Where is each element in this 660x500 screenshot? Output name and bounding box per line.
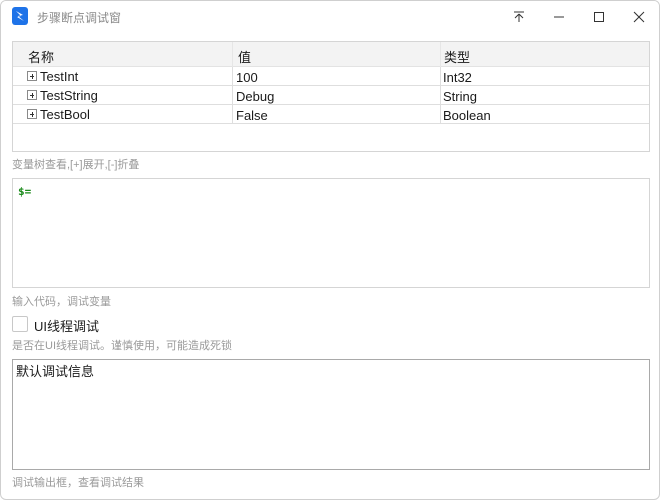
variable-tree-hint: 变量树查看,[+]展开,[-]折叠 [12,159,140,171]
code-input-hint: 输入代码，调试变量 [12,296,111,308]
maximize-button[interactable] [579,1,619,33]
cell-divider [232,67,233,86]
minimize-icon [554,16,564,18]
column-header-type[interactable]: 类型 [440,42,649,66]
ui-thread-hint: 是否在UI线程调试。谨慎使用，可能造成死锁 [12,340,232,352]
variable-value: Debug [236,89,275,104]
app-icon [12,7,28,25]
column-header-name[interactable]: 名称 [13,42,232,66]
pin-icon [514,11,524,22]
cell-divider [440,105,441,124]
debug-output-hint: 调试输出框，查看调试结果 [12,477,144,489]
expand-icon[interactable] [27,90,37,100]
code-input-text: $= [18,185,32,198]
variable-value: 100 [236,70,258,85]
column-divider[interactable] [440,42,441,67]
title-bar[interactable]: 步骤断点调试窗 [1,1,659,33]
ui-thread-checkbox-label[interactable]: UI线程调试 [34,316,99,335]
table-row[interactable]: TestInt 100 Int32 [13,67,649,86]
variable-type: String [443,89,477,104]
debug-output[interactable]: 默认调试信息 [12,359,650,470]
cell-divider [440,67,441,86]
window-title: 步骤断点调试窗 [37,11,122,25]
minimize-button[interactable] [539,1,579,33]
variable-tree-grid[interactable]: 名称 值 类型 TestInt 100 Int32 TestString Deb… [12,41,650,152]
table-row[interactable]: TestBool False Boolean [13,105,649,124]
column-label-type: 类型 [444,50,471,65]
cell-divider [440,86,441,105]
variable-name: TestString [40,88,98,103]
table-row[interactable]: TestString Debug String [13,86,649,105]
maximize-icon [594,12,604,22]
debug-output-text: 默认调试信息 [16,364,95,379]
cell-divider [232,86,233,105]
variable-value: False [236,108,268,123]
debug-window: 步骤断点调试窗 名称 值 类型 TestInt 100 Int32 TestSt… [0,0,660,500]
expand-icon[interactable] [27,71,37,81]
cell-divider [232,105,233,124]
close-icon [633,11,645,23]
close-button[interactable] [619,1,659,33]
pin-button[interactable] [499,1,539,33]
variable-type: Boolean [443,108,491,123]
variable-type: Int32 [443,70,472,85]
variable-name: TestBool [40,107,90,122]
ui-thread-checkbox[interactable] [12,316,28,332]
code-input[interactable]: $= [12,178,650,288]
column-label-value: 值 [238,50,252,65]
column-label-name: 名称 [28,50,55,65]
expand-icon[interactable] [27,109,37,119]
column-header-value[interactable]: 值 [232,42,440,66]
grid-header: 名称 值 类型 [13,42,649,67]
variable-name: TestInt [40,69,79,84]
column-divider[interactable] [232,42,233,67]
